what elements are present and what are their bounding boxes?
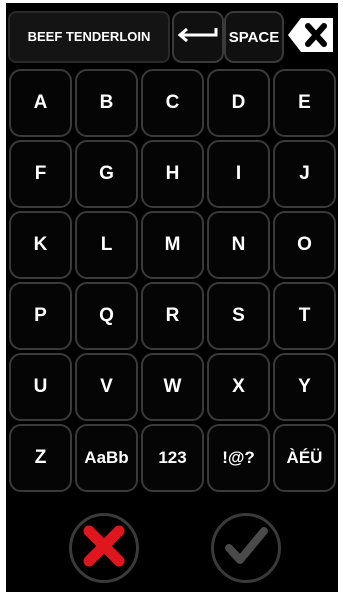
symbols-key[interactable]: !@? [207,424,270,492]
key-n[interactable]: N [207,211,270,279]
key-u[interactable]: U [9,353,72,421]
key-s[interactable]: S [207,282,270,350]
key-c[interactable]: C [141,69,204,137]
key-f[interactable]: F [9,140,72,208]
key-l[interactable]: L [75,211,138,279]
key-b[interactable]: B [75,69,138,137]
key-p[interactable]: P [9,282,72,350]
key-i[interactable]: I [207,140,270,208]
key-z[interactable]: Z [9,424,72,492]
backspace-icon [287,16,335,59]
key-x[interactable]: X [207,353,270,421]
key-j[interactable]: J [273,140,336,208]
key-d[interactable]: D [207,69,270,137]
key-g[interactable]: G [75,140,138,208]
key-m[interactable]: M [141,211,204,279]
enter-key[interactable] [172,11,224,63]
keyboard-screen: BEEF TENDERLOIN SPACE A B C D E F G H I … [6,3,338,592]
action-bar [6,503,338,592]
key-w[interactable]: W [141,353,204,421]
key-o[interactable]: O [273,211,336,279]
space-key[interactable]: SPACE [224,11,284,63]
enter-arrow-icon [176,25,220,50]
case-toggle-key[interactable]: AaBb [75,424,138,492]
text-entry-display[interactable]: BEEF TENDERLOIN [8,11,170,63]
key-r[interactable]: R [141,282,204,350]
key-t[interactable]: T [273,282,336,350]
key-k[interactable]: K [9,211,72,279]
check-icon [223,523,269,574]
key-grid: A B C D E F G H I J K L M N O P Q R S T … [9,69,337,492]
top-bar: BEEF TENDERLOIN SPACE [6,3,338,69]
accents-key[interactable]: ÀÉÜ [273,424,336,492]
key-q[interactable]: Q [75,282,138,350]
x-icon [80,522,128,575]
numbers-key[interactable]: 123 [141,424,204,492]
key-a[interactable]: A [9,69,72,137]
key-v[interactable]: V [75,353,138,421]
key-e[interactable]: E [273,69,336,137]
confirm-button[interactable] [211,513,281,583]
key-h[interactable]: H [141,140,204,208]
backspace-key[interactable] [286,11,336,63]
key-y[interactable]: Y [273,353,336,421]
cancel-button[interactable] [69,513,139,583]
